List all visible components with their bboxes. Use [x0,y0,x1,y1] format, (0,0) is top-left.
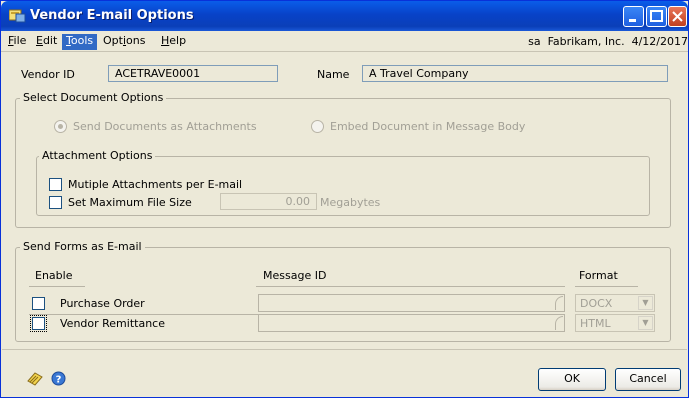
header-underline [256,286,565,287]
footer-separator [2,349,687,350]
megabytes-label: Megabytes [320,196,381,209]
ok-button[interactable]: OK [538,368,606,391]
send-as-attachments-label: Send Documents as Attachments [73,120,257,133]
purchase-order-checkbox[interactable] [32,297,45,310]
attachment-options-group: Attachment Options Mutiple Attachments p… [36,149,650,216]
maximize-button[interactable] [646,6,667,27]
message-id-column-header: Message ID [263,269,327,282]
max-file-size-field[interactable]: 0.00 [220,193,317,210]
minimize-icon [629,19,636,22]
vendor-name-field[interactable]: A Travel Company [362,65,668,82]
close-button[interactable] [668,6,687,27]
multiple-attachments-label: Mutiple Attachments per E-mail [68,178,243,191]
purchase-order-label: Purchase Order [60,297,145,310]
max-file-size-checkbox[interactable] [49,196,62,209]
max-file-size-label: Set Maximum File Size [68,196,192,209]
close-icon [672,11,683,22]
purchase-order-message-id[interactable] [258,294,565,312]
select-document-options-title: Select Document Options [20,91,167,105]
menu-options[interactable]: Options [99,34,149,50]
svg-text:?: ? [56,375,62,386]
embed-in-body-label: Embed Document in Message Body [330,120,526,133]
enable-column-header: Enable [35,269,73,282]
menu-help[interactable]: Help [157,34,190,50]
cancel-button[interactable]: Cancel [615,368,681,391]
send-as-attachments-radio[interactable] [54,120,67,133]
vendor-remittance-format-select[interactable]: HTML ▼ [575,314,655,332]
purchase-order-format-select[interactable]: DOCX ▼ [575,294,655,312]
maximize-icon [650,10,663,22]
vendor-id-field[interactable]: ACETRAVE0001 [108,65,278,82]
vendor-remittance-checkbox[interactable] [30,315,47,332]
send-forms-title: Send Forms as E-mail [20,240,145,254]
help-icon[interactable]: ? [51,371,66,386]
app-icon [9,9,26,23]
menu-tools[interactable]: Tools [62,34,98,50]
window-title: Vendor E-mail Options [30,8,194,23]
multiple-attachments-checkbox[interactable] [49,178,62,191]
attachment-options-title: Attachment Options [39,149,156,163]
note-icon[interactable] [26,371,44,387]
menu-edit[interactable]: Edit [32,34,61,50]
user-company-date: sa Fabrikam, Inc. 4/12/2017 [528,35,688,48]
menu-bar: File Edit Tools Options Help sa Fabrikam… [1,31,688,52]
vendor-email-options-window: Vendor E-mail Options File Edit Tools Op… [0,0,689,398]
chevron-down-icon: ▼ [638,316,653,330]
vendor-remittance-label: Vendor Remittance [60,317,165,330]
menu-file[interactable]: File [4,34,30,50]
format-column-header: Format [579,269,618,282]
embed-in-body-radio[interactable] [311,120,324,133]
vendor-remittance-message-id[interactable] [258,314,565,332]
title-bar[interactable]: Vendor E-mail Options [1,1,688,31]
header-underline [29,286,85,287]
vendor-id-label: Vendor ID [21,68,75,81]
chevron-down-icon: ▼ [638,296,653,310]
vendor-name-label: Name [317,68,350,81]
select-document-options-group: Select Document Options Send Documents a… [15,91,671,228]
minimize-button[interactable] [623,6,644,27]
header-underline [575,286,638,287]
